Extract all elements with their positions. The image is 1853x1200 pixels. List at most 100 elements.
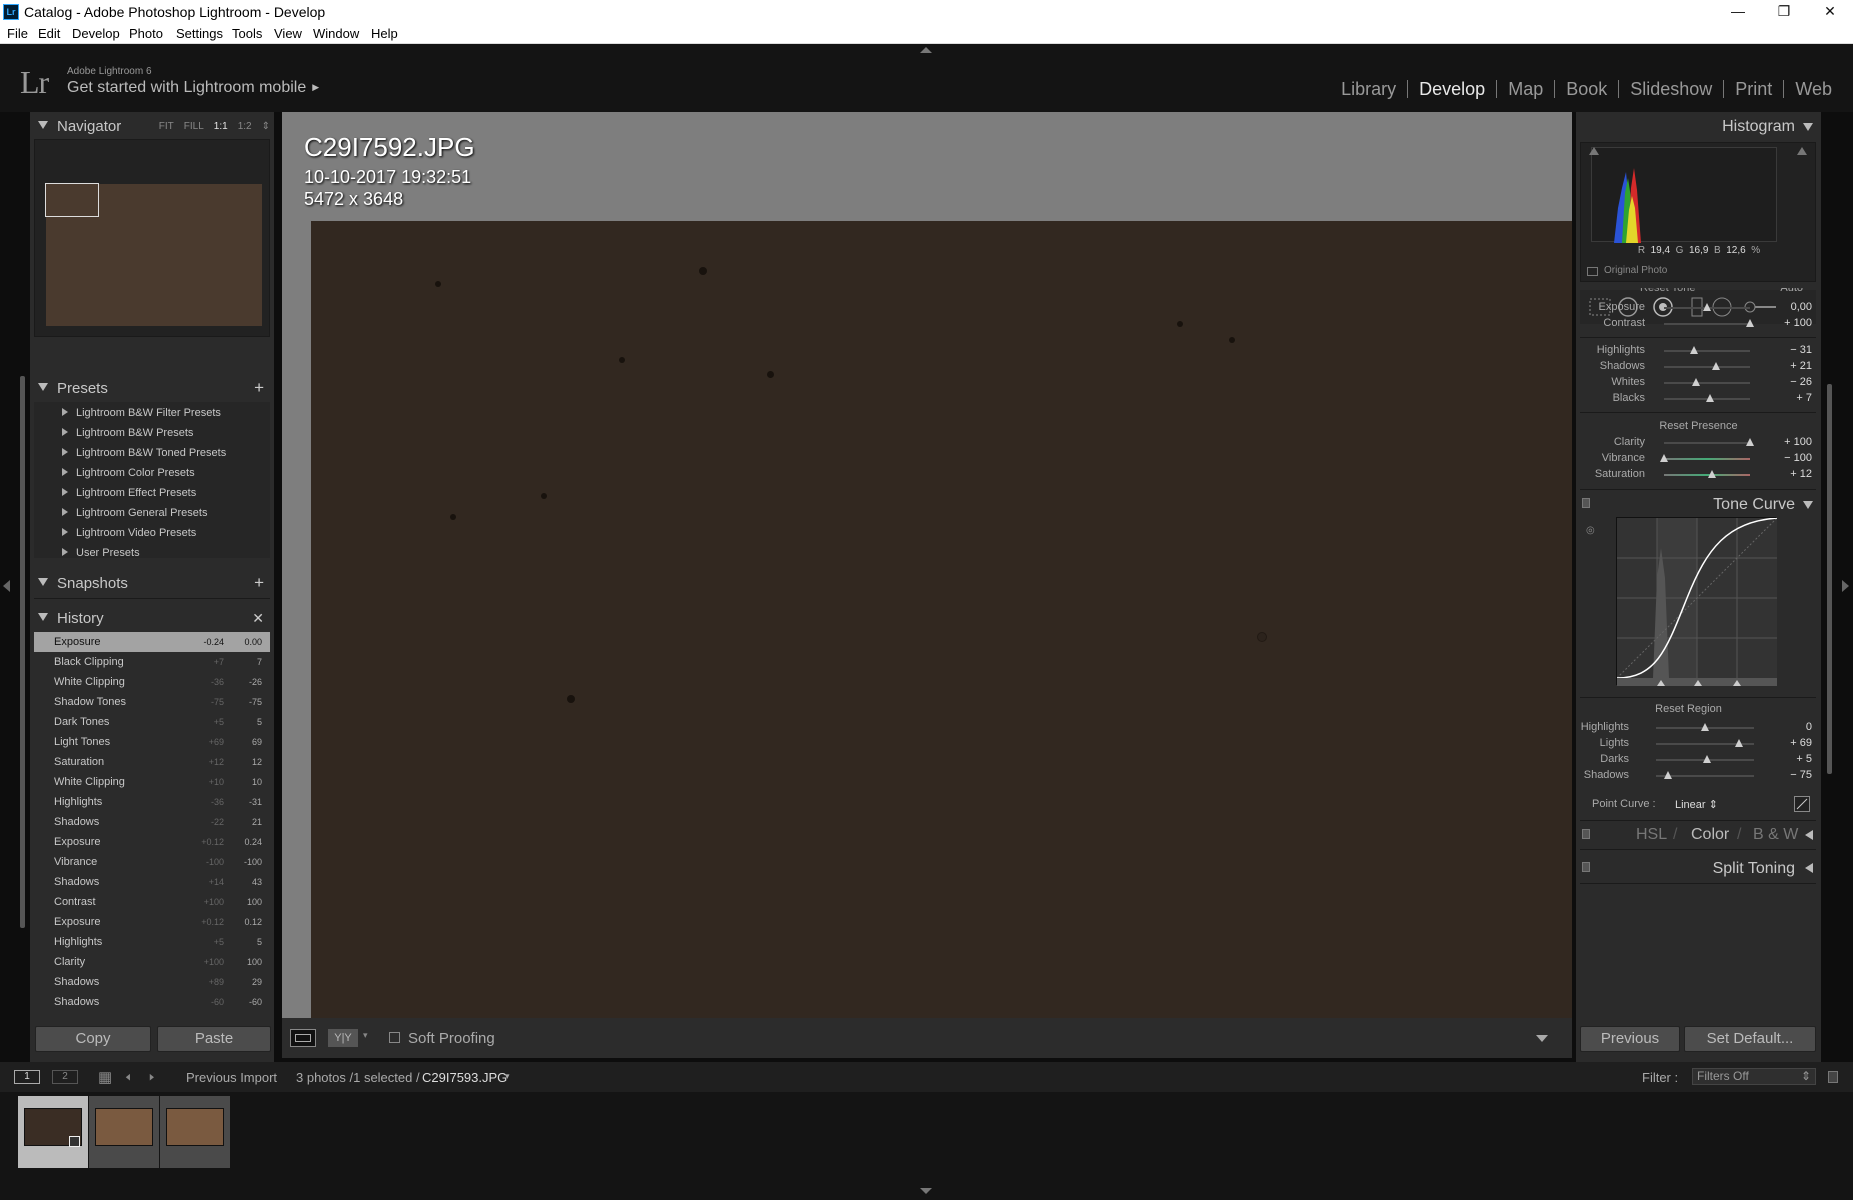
- panel-switch-icon[interactable]: [1582, 829, 1590, 839]
- history-step[interactable]: Saturation +12 12: [34, 752, 270, 772]
- set-default-button[interactable]: Set Default...: [1684, 1026, 1816, 1052]
- snapshots-header[interactable]: Snapshots +: [30, 569, 274, 599]
- right-panel-scrollbar[interactable]: [1827, 384, 1832, 774]
- curve-slider-shadows[interactable]: Shadows − 75: [1576, 767, 1821, 783]
- original-photo-checkbox[interactable]: [1587, 267, 1598, 276]
- slider-value[interactable]: − 100: [1784, 452, 1812, 464]
- slider-contrast[interactable]: Contrast + 100: [1576, 315, 1821, 331]
- target-adjust-icon[interactable]: ◎: [1586, 525, 1595, 536]
- slider-value[interactable]: + 69: [1790, 737, 1812, 749]
- forward-arrow-icon[interactable]: 🢒: [149, 1067, 155, 1092]
- slider-value[interactable]: 0,00: [1791, 301, 1812, 313]
- slider-track[interactable]: [1664, 474, 1750, 476]
- file-dropdown-icon[interactable]: ▾: [505, 1071, 510, 1082]
- slider-track[interactable]: [1664, 442, 1750, 444]
- thumbnail[interactable]: [89, 1096, 159, 1168]
- restore-icon[interactable]: ❐: [1761, 0, 1807, 24]
- slider-value[interactable]: − 75: [1790, 769, 1812, 781]
- slider-track[interactable]: [1664, 458, 1750, 460]
- slider-knob[interactable]: [1703, 303, 1711, 311]
- filter-select[interactable]: Filters Off ⇕: [1692, 1068, 1816, 1085]
- collapse-right-arrow-icon[interactable]: [1842, 580, 1849, 592]
- slider-knob[interactable]: [1691, 378, 1700, 386]
- collapse-top-arrow-icon[interactable]: [920, 47, 932, 53]
- slider-knob[interactable]: [1664, 771, 1673, 779]
- clear-history-icon[interactable]: ✕: [252, 610, 264, 627]
- slider-vibrance[interactable]: Vibrance − 100: [1576, 450, 1821, 466]
- slider-knob[interactable]: [1690, 346, 1699, 354]
- slider-knob[interactable]: [1708, 470, 1717, 478]
- menu-photo[interactable]: Photo: [129, 26, 163, 41]
- grid-icon[interactable]: ▦: [98, 1068, 112, 1086]
- slider-value[interactable]: + 21: [1790, 360, 1812, 372]
- history-step[interactable]: Exposure +0.12 0.24: [34, 832, 270, 852]
- zoom-fill[interactable]: FILL: [184, 121, 204, 132]
- compare-view-icon[interactable]: Y|Y: [328, 1029, 358, 1047]
- menu-tools[interactable]: Tools: [232, 26, 262, 41]
- module-web[interactable]: Web: [1784, 79, 1843, 100]
- zoom-1-1[interactable]: 1:1: [214, 121, 228, 132]
- history-step[interactable]: Shadows +89 29: [34, 972, 270, 992]
- history-step[interactable]: Light Tones +69 69: [34, 732, 270, 752]
- split-toning-header[interactable]: Split Toning: [1576, 854, 1821, 882]
- close-icon[interactable]: ✕: [1807, 0, 1853, 24]
- preset-folder[interactable]: Lightroom B&W Presets: [62, 427, 193, 439]
- menu-view[interactable]: View: [274, 26, 302, 41]
- slider-track[interactable]: [1664, 350, 1750, 352]
- slider-value[interactable]: + 12: [1790, 468, 1812, 480]
- panel-switch-icon[interactable]: [1582, 862, 1590, 872]
- presets-header[interactable]: Presets +: [30, 374, 274, 404]
- add-snapshot-icon[interactable]: +: [254, 573, 264, 593]
- slider-value[interactable]: − 31: [1790, 344, 1812, 356]
- back-arrow-icon[interactable]: 🢐: [125, 1067, 131, 1092]
- source-label[interactable]: Previous Import: [186, 1070, 277, 1085]
- history-step[interactable]: Highlights +5 5: [34, 932, 270, 952]
- preset-folder[interactable]: Lightroom Effect Presets: [62, 487, 196, 499]
- curve-slider-darks[interactable]: Darks + 5: [1576, 751, 1821, 767]
- slider-exposure[interactable]: Exposure 0,00: [1576, 299, 1821, 315]
- reset-region-label[interactable]: Reset Region: [1566, 703, 1811, 715]
- menu-develop[interactable]: Develop: [72, 26, 120, 41]
- minimize-icon[interactable]: —: [1715, 0, 1761, 24]
- history-step[interactable]: Shadows -60 -60: [34, 992, 270, 1012]
- add-preset-icon[interactable]: +: [254, 378, 264, 398]
- soft-proofing-checkbox[interactable]: [389, 1032, 400, 1043]
- module-develop[interactable]: Develop: [1408, 79, 1496, 100]
- histogram-graph[interactable]: [1591, 147, 1777, 243]
- paste-button[interactable]: Paste: [157, 1026, 271, 1052]
- filter-lock-icon[interactable]: [1828, 1071, 1838, 1083]
- module-book[interactable]: Book: [1555, 79, 1618, 100]
- main-window-button[interactable]: 1: [14, 1070, 40, 1084]
- history-step[interactable]: White Clipping -36 -26: [34, 672, 270, 692]
- bw-tab[interactable]: B & W: [1753, 826, 1798, 844]
- history-step[interactable]: White Clipping +10 10: [34, 772, 270, 792]
- curve-slider-lights[interactable]: Lights + 69: [1576, 735, 1821, 751]
- color-tab[interactable]: Color: [1691, 826, 1729, 844]
- previous-button[interactable]: Previous: [1580, 1026, 1680, 1052]
- slider-track[interactable]: [1664, 366, 1750, 368]
- slider-value[interactable]: + 100: [1784, 436, 1812, 448]
- slider-knob[interactable]: [1660, 454, 1668, 462]
- history-step[interactable]: Vibrance -100 -100: [34, 852, 270, 872]
- slider-blacks[interactable]: Blacks + 7: [1576, 390, 1821, 406]
- second-window-button[interactable]: 2: [52, 1070, 78, 1084]
- highlight-clipping-icon[interactable]: [1797, 147, 1807, 155]
- compare-dropdown-icon[interactable]: ▾: [363, 1030, 368, 1041]
- module-map[interactable]: Map: [1497, 79, 1554, 100]
- slider-knob[interactable]: [1711, 362, 1720, 370]
- selected-file[interactable]: C29I7593.JPG: [422, 1070, 507, 1085]
- navigator-preview[interactable]: [34, 139, 270, 337]
- collapse-bottom-arrow-icon[interactable]: [920, 1188, 932, 1194]
- curve-slider-highlights[interactable]: Highlights 0: [1576, 719, 1821, 735]
- menu-edit[interactable]: Edit: [38, 26, 60, 41]
- menu-file[interactable]: File: [7, 26, 28, 41]
- slider-knob[interactable]: [1746, 319, 1754, 327]
- slider-knob[interactable]: [1701, 723, 1709, 731]
- preset-folder[interactable]: Lightroom B&W Toned Presets: [62, 447, 226, 459]
- hsl-tab[interactable]: HSL: [1636, 826, 1667, 844]
- edit-point-curve-icon[interactable]: [1794, 796, 1810, 812]
- reset-presence-label[interactable]: Reset Presence: [1576, 420, 1821, 432]
- history-step[interactable]: Clarity +100 100: [34, 952, 270, 972]
- module-slideshow[interactable]: Slideshow: [1619, 79, 1723, 100]
- slider-track[interactable]: [1664, 323, 1750, 325]
